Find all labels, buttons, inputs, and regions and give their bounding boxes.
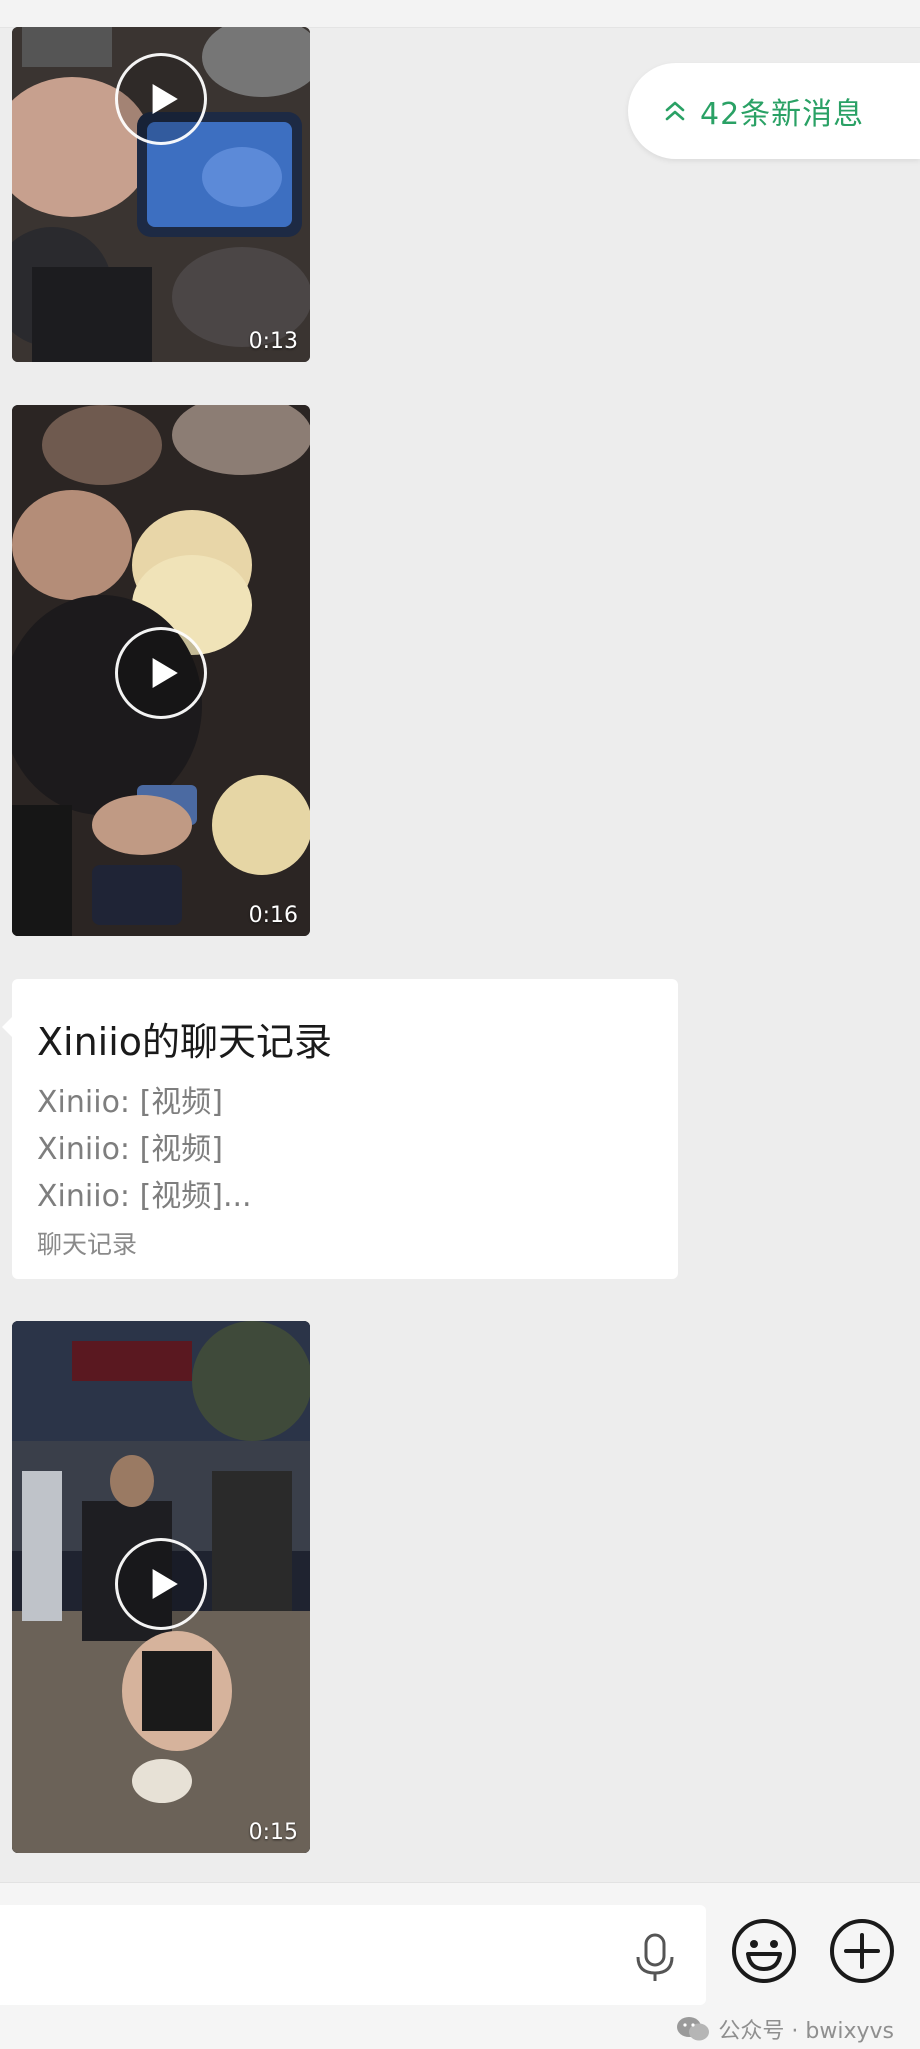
play-icon	[152, 84, 178, 114]
play-button[interactable]	[115, 1538, 207, 1630]
emoji-icon[interactable]	[730, 1917, 798, 1985]
chat-record-line: Xiniio: [视频]	[37, 1085, 223, 1120]
chat-message-list[interactable]: 0:13 42条新消息 0:16 Xiniio的聊天记录 Xiniio: [视频…	[0, 27, 920, 1882]
video-message[interactable]: 0:16	[12, 405, 310, 936]
input-bar: 公众号 · bwixyvs	[0, 1882, 920, 2049]
double-chevron-up-icon	[665, 101, 685, 121]
play-icon	[152, 1569, 178, 1599]
new-messages-label: 42条新消息	[700, 97, 865, 132]
chat-record-line: Xiniio: [视频]...	[37, 1179, 252, 1214]
video-duration: 0:16	[248, 903, 298, 928]
chat-record-footer: 聊天记录	[37, 1230, 138, 1259]
video-message[interactable]: 0:15	[12, 1321, 310, 1853]
video-message[interactable]: 0:13	[12, 27, 310, 362]
wechat-icon	[677, 2017, 710, 2041]
new-messages-button[interactable]: 42条新消息	[628, 63, 920, 159]
plus-icon[interactable]	[828, 1917, 896, 1985]
play-button[interactable]	[115, 627, 207, 719]
video-duration: 0:15	[248, 1820, 298, 1845]
bubble-tail	[2, 1017, 12, 1037]
chat-record-card[interactable]: Xiniio的聊天记录 Xiniio: [视频] Xiniio: [视频] Xi…	[2, 979, 678, 1279]
top-bar	[0, 0, 920, 28]
video-duration: 0:13	[248, 329, 298, 354]
watermark-text: 公众号 · bwixyvs	[718, 2019, 894, 2044]
play-button[interactable]	[115, 53, 207, 145]
play-icon	[152, 658, 178, 688]
chat-record-line: Xiniio: [视频]	[37, 1132, 223, 1167]
chat-record-title: Xiniio的聊天记录	[37, 1020, 333, 1064]
message-input[interactable]	[0, 1905, 706, 2005]
watermark: 公众号 · bwixyvs	[676, 2013, 894, 2045]
microphone-icon[interactable]	[630, 1929, 680, 1985]
